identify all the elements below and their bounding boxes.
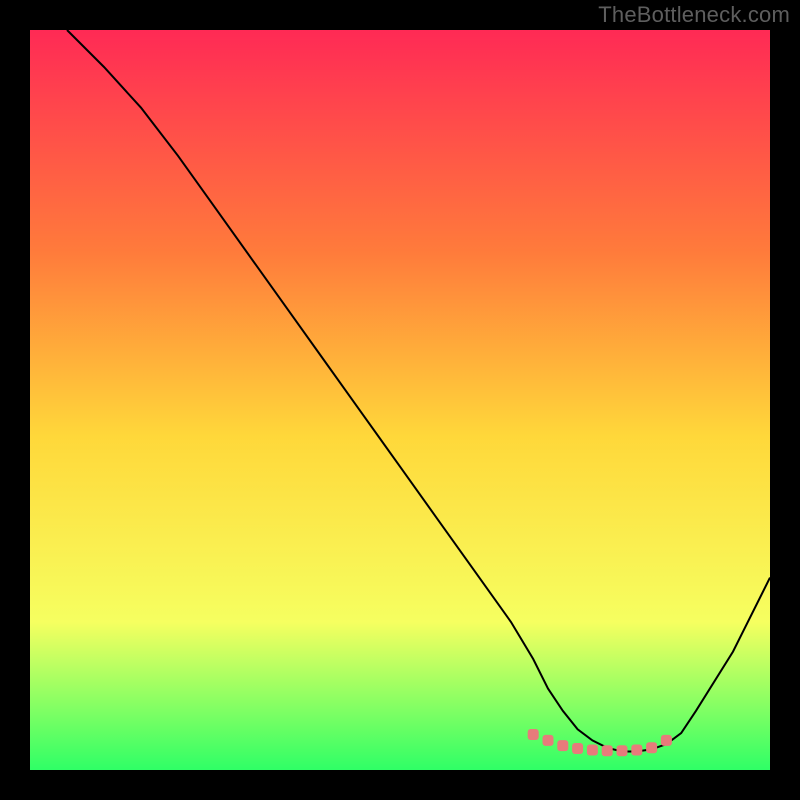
optimal-marker [572, 743, 583, 754]
optimal-marker [617, 745, 628, 756]
chart-svg [0, 0, 800, 800]
optimal-marker [661, 735, 672, 746]
chart-gradient-bg [30, 30, 770, 770]
optimal-marker [528, 729, 539, 740]
optimal-marker [543, 735, 554, 746]
watermark-text: TheBottleneck.com [598, 2, 790, 28]
optimal-marker [602, 745, 613, 756]
optimal-marker [631, 745, 642, 756]
optimal-marker [646, 742, 657, 753]
bottleneck-chart: TheBottleneck.com [0, 0, 800, 800]
optimal-marker [557, 740, 568, 751]
optimal-marker [587, 745, 598, 756]
